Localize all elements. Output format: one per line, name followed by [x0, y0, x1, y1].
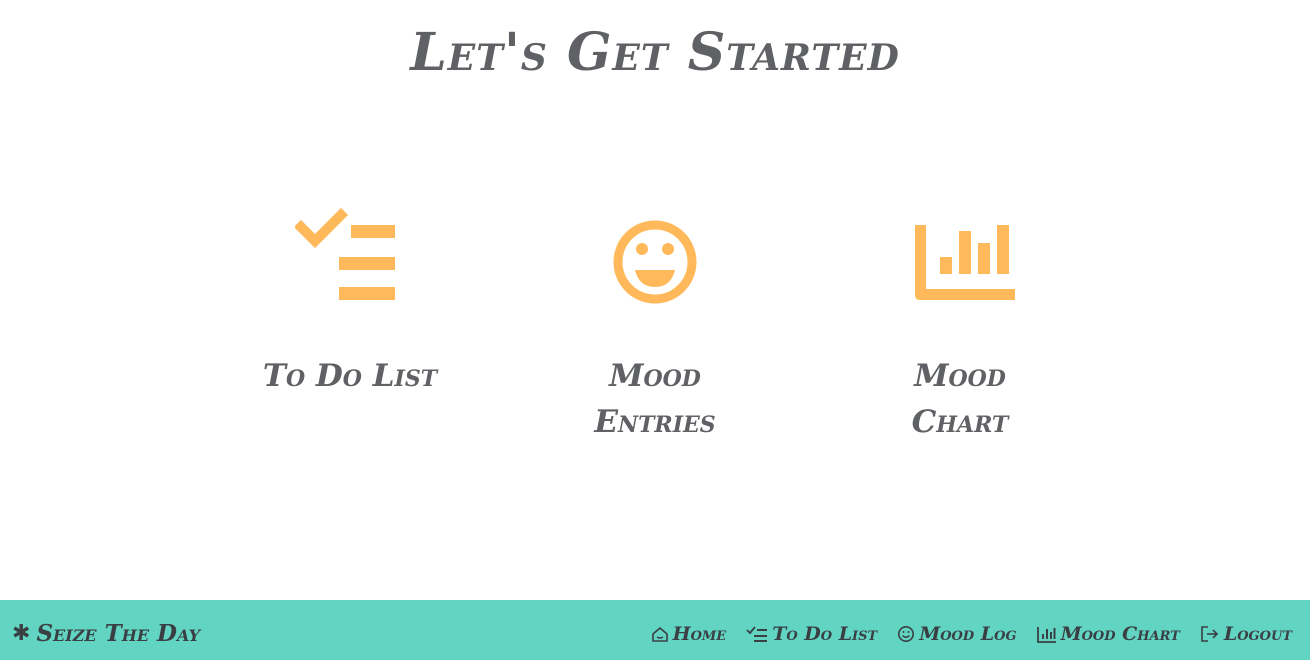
- nav-home-label: Home: [672, 623, 727, 645]
- brand-link[interactable]: ✱ Seize The Day: [12, 620, 200, 647]
- mood-chart-card[interactable]: Mood Chart: [850, 205, 1070, 445]
- nav-mood-chart-link[interactable]: Mood Chart: [1036, 623, 1180, 645]
- bar-chart-icon: [1036, 627, 1056, 643]
- nav-home-link[interactable]: Home: [651, 623, 727, 645]
- todo-list-card[interactable]: To Do List: [240, 205, 460, 399]
- logout-icon: [1201, 626, 1219, 642]
- mood-entries-card[interactable]: Mood Entries: [545, 205, 765, 445]
- brand-label: Seize The Day: [36, 620, 201, 647]
- checklist-icon: [746, 626, 768, 642]
- page-title: Let's Get Started: [410, 22, 900, 83]
- mood-entries-label: Mood Entries: [594, 358, 716, 440]
- checklist-icon: [295, 207, 395, 300]
- mood-chart-label: Mood Chart: [911, 358, 1009, 440]
- smiley-face-icon: [613, 220, 697, 304]
- todo-list-label: To Do List: [262, 358, 438, 394]
- asterisk-icon: ✱: [12, 620, 31, 646]
- bar-chart-icon: [915, 225, 1015, 300]
- home-icon: [651, 627, 668, 642]
- smiley-face-icon: [898, 626, 915, 642]
- nav-links: Home To Do List Mood Log Mood Chart Logo…: [631, 623, 1292, 645]
- navbar: ✱ Seize The Day Home To Do List Mood Log…: [0, 600, 1310, 660]
- nav-todo-list-label: To Do List: [772, 623, 878, 645]
- nav-mood-log-link[interactable]: Mood Log: [897, 623, 1017, 645]
- nav-mood-chart-label: Mood Chart: [1060, 623, 1180, 645]
- nav-todo-list-link[interactable]: To Do List: [746, 623, 877, 645]
- nav-mood-log-label: Mood Log: [919, 623, 1017, 645]
- nav-logout-link[interactable]: Logout: [1200, 623, 1292, 645]
- nav-logout-label: Logout: [1223, 623, 1292, 645]
